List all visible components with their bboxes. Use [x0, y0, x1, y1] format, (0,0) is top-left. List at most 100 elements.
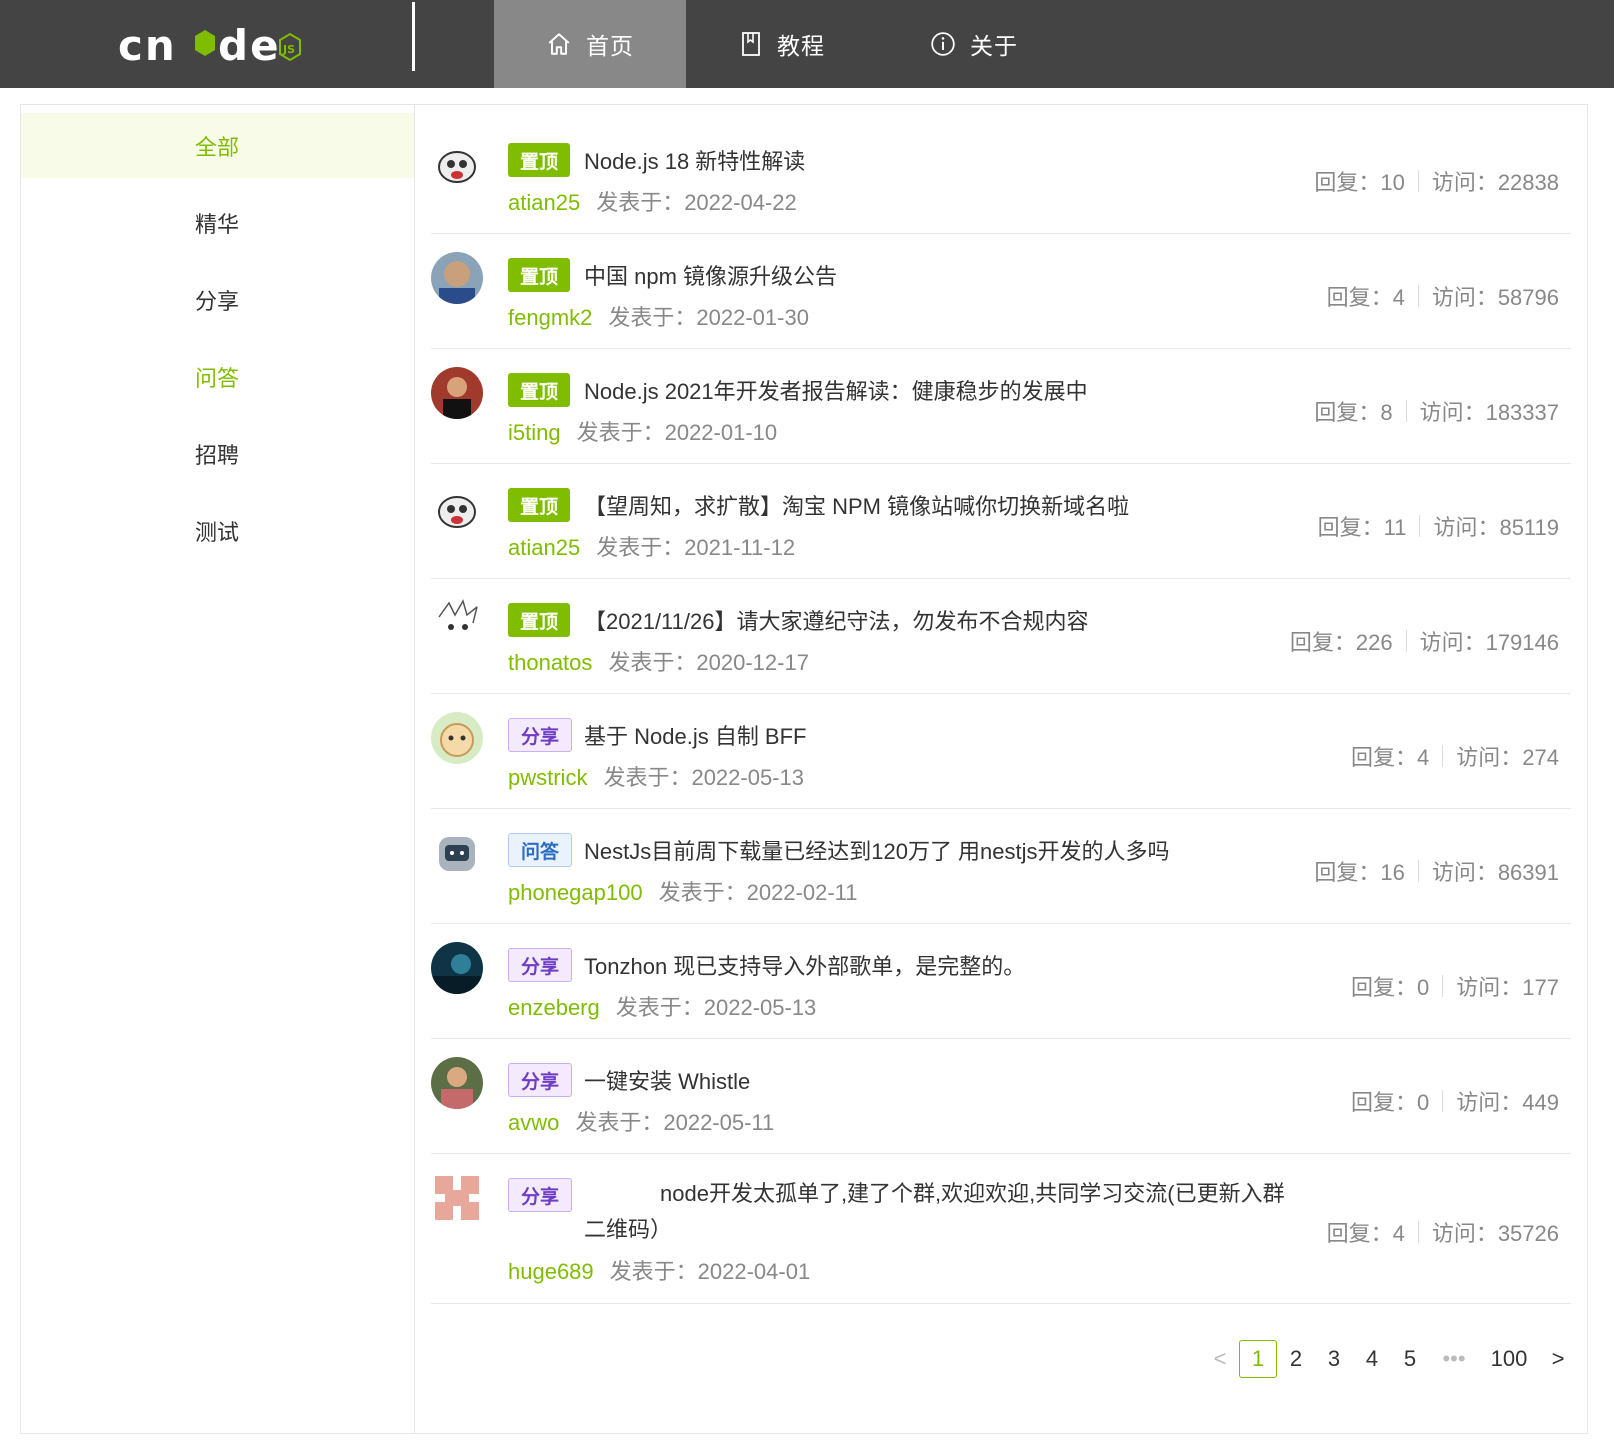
- page-last-button[interactable]: 100: [1479, 1340, 1539, 1378]
- post-date: 发表于：2022-04-22: [596, 190, 797, 215]
- next-page-button[interactable]: >: [1539, 1340, 1577, 1378]
- topic-meta: avwo 发表于：2022-05-11: [508, 1105, 774, 1137]
- reply-count: 回复：0: [1351, 1090, 1430, 1115]
- topic-meta: atian25 发表于：2021-11-12: [508, 530, 795, 562]
- author-link[interactable]: huge689: [508, 1259, 594, 1284]
- visit-count: 访问：86391: [1431, 860, 1559, 885]
- topic-stats: 回复：4 访问：35726: [1327, 1216, 1559, 1248]
- visit-count: 访问：274: [1456, 745, 1559, 770]
- topic-title[interactable]: 【望周知，求扩散】淘宝 NPM 镜像站喊你切换新域名啦: [584, 489, 1129, 521]
- post-date: 发表于：2022-01-10: [576, 420, 778, 445]
- author-link[interactable]: i5ting: [508, 420, 561, 445]
- sidebar-item-good[interactable]: 精华: [21, 184, 414, 261]
- topic-row: 置顶 Node.js 18 新特性解读 atian25 发表于：2022-04-2…: [431, 105, 1571, 234]
- visit-count: 访问：85119: [1433, 515, 1559, 540]
- user-avatar[interactable]: [431, 1057, 483, 1109]
- author-link[interactable]: enzeberg: [508, 995, 600, 1020]
- author-link[interactable]: avwo: [508, 1110, 559, 1135]
- page-3-button[interactable]: 3: [1315, 1340, 1353, 1378]
- book-icon: [742, 32, 760, 56]
- author-link[interactable]: atian25: [508, 190, 580, 215]
- logo-divider: [412, 2, 415, 71]
- topic-title[interactable]: Node.js 2021年开发者报告解读：健康稳步的发展中: [584, 374, 1088, 406]
- user-avatar[interactable]: [431, 367, 483, 419]
- topic-list: 置顶 Node.js 18 新特性解读 atian25 发表于：2022-04-2…: [431, 105, 1571, 1304]
- topic-row: 置顶 Node.js 2021年开发者报告解读：健康稳步的发展中 i5ting 发…: [431, 349, 1571, 464]
- sidebar-item-job[interactable]: 招聘: [21, 415, 414, 492]
- topic-title[interactable]: Node.js 18 新特性解读: [584, 144, 805, 176]
- post-date: 发表于：2022-05-13: [615, 995, 817, 1020]
- tag-share: 分享: [508, 1063, 573, 1097]
- tag-ask: 问答: [508, 833, 573, 867]
- logo-badge: JS: [282, 43, 295, 56]
- topic-title[interactable]: 基于 Node.js 自制 BFF: [584, 719, 806, 751]
- topic-title[interactable]: Tonzhon 现已支持导入外部歌单，是完整的。: [584, 949, 1025, 981]
- sidebar-item-label: 精华: [195, 211, 240, 237]
- user-avatar[interactable]: [431, 482, 483, 534]
- page-5-button[interactable]: 5: [1391, 1340, 1429, 1378]
- author-link[interactable]: fengmk2: [508, 305, 592, 330]
- tag-share: 分享: [508, 718, 573, 752]
- topic-title[interactable]: 【2021/11/26】请大家遵纪守法，勿发布不合规内容: [584, 604, 1088, 636]
- user-avatar[interactable]: [431, 942, 483, 994]
- topic-row: 置顶 中国 npm 镜像源升级公告 fengmk2 发表于：2022-01-30 …: [431, 234, 1571, 349]
- author-link[interactable]: pwstrick: [508, 765, 587, 790]
- sidebar-item-label: 测试: [195, 519, 240, 545]
- sidebar-item-test[interactable]: 测试: [21, 492, 414, 569]
- tag-pinned: 置顶: [508, 603, 571, 637]
- page-2-button[interactable]: 2: [1277, 1340, 1315, 1378]
- user-avatar[interactable]: [431, 597, 483, 649]
- topic-title[interactable]: 中国 npm 镜像源升级公告: [584, 259, 837, 291]
- post-date: 发表于：2022-01-30: [608, 305, 809, 330]
- tag-pinned: 置顶: [508, 143, 571, 177]
- topic-meta: pwstrick 发表于：2022-05-13: [508, 760, 804, 792]
- topic-row: 置顶 【2021/11/26】请大家遵纪守法，勿发布不合规内容 thonatos…: [431, 579, 1571, 694]
- topic-row: 分享 一键安装 Whistle avwo 发表于：2022-05-11 回复：0 访…: [431, 1039, 1571, 1154]
- topic-meta: atian25 发表于：2022-04-22: [508, 185, 797, 217]
- reply-count: 回复：4: [1326, 285, 1405, 310]
- tab-home[interactable]: 首页: [494, 0, 686, 88]
- topic-stats: 回复：11 访问：85119: [1318, 510, 1559, 542]
- top-navbar: cn de JS 首页 教程 关于: [0, 0, 1614, 88]
- sidebar-item-label: 全部: [195, 134, 240, 160]
- user-avatar[interactable]: [431, 252, 483, 304]
- author-link[interactable]: atian25: [508, 535, 580, 560]
- tag-share: 分享: [508, 948, 573, 982]
- more-pages-ellipsis[interactable]: •••: [1429, 1340, 1479, 1378]
- topic-title[interactable]: NestJs目前周下载量已经达到120万了 用nestjs开发的人多吗: [584, 834, 1170, 866]
- prev-page-button[interactable]: <: [1201, 1340, 1239, 1378]
- topic-title[interactable]: 一键安装 Whistle: [584, 1064, 750, 1096]
- sidebar-item-ask[interactable]: 问答: [21, 338, 414, 415]
- reply-count: 回复：226: [1289, 630, 1393, 655]
- visit-count: 访问：183337: [1419, 400, 1559, 425]
- topic-row: 分享 node开发太孤单了,建了个群,欢迎欢迎,共同学习交流(已更新入群二维码）…: [431, 1154, 1571, 1304]
- page-4-button[interactable]: 4: [1353, 1340, 1391, 1378]
- sidebar-item-share[interactable]: 分享: [21, 261, 414, 338]
- visit-count: 访问：449: [1456, 1090, 1559, 1115]
- user-avatar[interactable]: [431, 827, 483, 879]
- topic-title[interactable]: node开发太孤单了,建了个群,欢迎欢迎,共同学习交流(已更新入群二维码）: [584, 1176, 1304, 1248]
- sidebar-item-all[interactable]: 全部: [21, 113, 414, 178]
- tab-tutorial[interactable]: 教程: [686, 0, 878, 88]
- info-icon: [931, 32, 955, 56]
- topic-stats: 回复：0 访问：449: [1351, 1085, 1559, 1117]
- tag-pinned: 置顶: [508, 488, 571, 522]
- visit-count: 访问：22838: [1431, 170, 1559, 195]
- topic-meta: enzeberg 发表于：2022-05-13: [508, 990, 816, 1022]
- author-link[interactable]: phonegap100: [508, 880, 643, 905]
- author-link[interactable]: thonatos: [508, 650, 592, 675]
- sidebar-item-label: 问答: [195, 365, 240, 391]
- tag-pinned: 置顶: [508, 373, 571, 407]
- user-avatar[interactable]: [431, 137, 483, 189]
- page-1-button[interactable]: 1: [1239, 1340, 1277, 1378]
- topic-meta: huge689 发表于：2022-04-01: [508, 1254, 810, 1286]
- topic-stats: 回复：226 访问：179146: [1290, 625, 1559, 657]
- user-avatar[interactable]: [431, 712, 483, 764]
- tab-about[interactable]: 关于: [878, 0, 1070, 88]
- topic-row: 问答 NestJs目前周下载量已经达到120万了 用nestjs开发的人多吗 p…: [431, 809, 1571, 924]
- user-avatar[interactable]: [431, 1172, 483, 1224]
- post-date: 发表于：2020-12-17: [608, 650, 809, 675]
- reply-count: 回复：4: [1326, 1221, 1405, 1246]
- topic-stats: 回复：10 访问：22838: [1314, 165, 1559, 197]
- cnode-logo[interactable]: cn de JS: [118, 16, 318, 72]
